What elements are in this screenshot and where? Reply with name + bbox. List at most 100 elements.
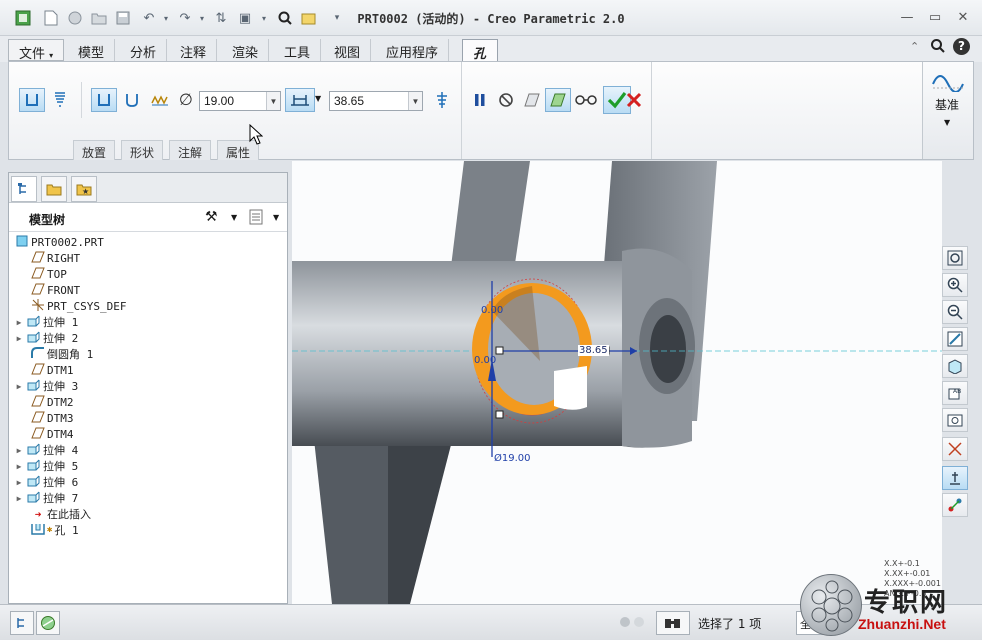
expand-icon[interactable]: ▶ [13, 318, 25, 327]
regenerate-icon[interactable]: ⇅ [212, 9, 230, 27]
datum-group-button[interactable]: 基准 ▼ [922, 62, 973, 159]
tab-annotate[interactable]: 注释 [170, 39, 218, 61]
help-icon[interactable]: ? [953, 38, 970, 55]
tab-file[interactable]: 文件 ▾ [8, 39, 65, 62]
subtab-placement[interactable]: 放置 [73, 140, 116, 160]
redo-dropdown-icon[interactable]: ▾ [193, 9, 211, 27]
sketch-profile-icon[interactable] [147, 88, 173, 112]
diameter-input[interactable]: 19.00 ▼ [199, 91, 281, 111]
open-folder-icon[interactable] [90, 9, 108, 27]
close-icon[interactable]: ✕ [954, 8, 972, 26]
graphics-window[interactable]: 0.00 0.00 38.65 Ø19.00 X.X+-0.1 X.XX+-0.… [292, 161, 942, 604]
tree-item-extrude-6[interactable]: ▶ 拉伸 6 [13, 474, 78, 490]
dim-vertical-a[interactable]: 0.00 [481, 305, 503, 316]
redo-icon[interactable]: ↷ [176, 9, 194, 27]
zoom-in-icon[interactable] [942, 273, 968, 297]
tree-item-extrude-7[interactable]: ▶ 拉伸 7 [13, 490, 78, 506]
tree-item-extrude-2[interactable]: ▶ 拉伸 2 [13, 330, 78, 346]
tab-render[interactable]: 渲染 [222, 39, 270, 61]
show-navigator-icon[interactable] [10, 611, 34, 635]
tree-item-insert-here[interactable]: ➜ 在此插入 [29, 506, 91, 522]
standard-profile-icon[interactable] [119, 88, 145, 112]
expand-icon[interactable]: ▶ [13, 494, 25, 503]
datum-display-icon[interactable] [942, 437, 968, 461]
tree-settings-icon[interactable]: ⚒ [205, 209, 218, 225]
tree-columns-icon[interactable] [249, 209, 263, 228]
predefined-rectangle-profile-icon[interactable] [91, 88, 117, 112]
cancel-button[interactable] [621, 88, 647, 112]
view-manager-icon[interactable] [942, 408, 968, 432]
new-icon[interactable] [42, 9, 60, 27]
dim-vertical-b[interactable]: 0.00 [474, 355, 496, 366]
open-icon[interactable] [66, 9, 84, 27]
tree-item-extrude-1[interactable]: ▶ 拉伸 1 [13, 314, 78, 330]
tree-item-front[interactable]: FRONT [29, 282, 80, 298]
tree-item-extrude-3[interactable]: ▶ 拉伸 3 [13, 378, 78, 394]
glasses-preview-icon[interactable] [571, 88, 601, 112]
standard-hole-icon[interactable] [47, 88, 73, 112]
collapse-ribbon-icon[interactable]: ⌃ [910, 40, 919, 53]
dim-diameter-label[interactable]: Ø19.00 [494, 453, 531, 464]
tree-item-hole-1[interactable]: ✱ 孔 1 [29, 522, 79, 538]
expand-icon[interactable]: ▶ [13, 446, 25, 455]
dim-depth-label[interactable]: 38.65 [578, 345, 609, 356]
undo-icon[interactable]: ↶ [140, 9, 158, 27]
tree-item-dtm3[interactable]: DTM3 [29, 410, 74, 426]
subtab-shape[interactable]: 形状 [121, 140, 164, 160]
spin-center-icon[interactable] [942, 493, 968, 517]
windows-icon[interactable]: ▣ [236, 9, 254, 27]
depth-input[interactable]: 38.65 ▼ [329, 91, 423, 111]
chevron-down-icon[interactable]: ▼ [231, 213, 237, 222]
tree-item-right[interactable]: RIGHT [29, 250, 80, 266]
tab-applications[interactable]: 应用程序 [376, 39, 450, 61]
close-window-icon[interactable] [300, 9, 318, 27]
tree-item-round-1[interactable]: 倒圆角 1 [29, 346, 93, 362]
tab-model[interactable]: 模型 [68, 39, 116, 61]
browser-icon[interactable] [36, 611, 60, 635]
tree-item-extrude-4[interactable]: ▶ 拉伸 4 [13, 442, 78, 458]
model-tree-tab-icon[interactable] [11, 176, 37, 202]
verify-mode-icon[interactable] [545, 88, 571, 112]
chevron-down-icon[interactable]: ▼ [408, 92, 422, 110]
tree-item-top[interactable]: TOP [29, 266, 67, 282]
tab-tools[interactable]: 工具 [274, 39, 322, 61]
customize-icon[interactable]: ▾ [328, 9, 346, 27]
annotation-display-icon[interactable] [942, 466, 968, 490]
favorites-tab-icon[interactable]: ★ [71, 176, 97, 202]
maximize-icon[interactable]: ▭ [926, 8, 944, 26]
tab-hole[interactable]: 孔 [462, 39, 498, 62]
windows-dropdown-icon[interactable]: ▾ [255, 9, 273, 27]
display-style-icon[interactable] [942, 354, 968, 378]
app-logo-icon[interactable] [14, 9, 32, 27]
minimize-icon[interactable]: — [898, 8, 916, 26]
refit-icon[interactable] [942, 246, 968, 270]
repaint-icon[interactable] [942, 327, 968, 351]
chevron-down-icon[interactable]: ▼ [273, 213, 279, 222]
saved-orientations-icon[interactable]: AB [942, 381, 968, 405]
expand-icon[interactable]: ▶ [13, 382, 25, 391]
pause-icon[interactable] [467, 88, 493, 112]
expand-icon[interactable]: ▶ [13, 462, 25, 471]
chevron-down-icon[interactable]: ▼ [266, 92, 280, 110]
undo-dropdown-icon[interactable]: ▾ [157, 9, 175, 27]
depth-option-dropdown-icon[interactable]: ▼ [315, 94, 321, 103]
separate-preview-icon[interactable] [519, 88, 545, 112]
search-icon[interactable] [276, 9, 294, 27]
expand-icon[interactable]: ▶ [13, 478, 25, 487]
flip-depth-icon[interactable] [429, 88, 455, 112]
tree-item-extrude-5[interactable]: ▶ 拉伸 5 [13, 458, 78, 474]
folder-browser-tab-icon[interactable] [41, 176, 67, 202]
tree-item-csys[interactable]: PRT_CSYS_DEF [29, 298, 126, 314]
tree-item-dtm2[interactable]: DTM2 [29, 394, 74, 410]
tree-item-dtm4[interactable]: DTM4 [29, 426, 74, 442]
tab-view[interactable]: 视图 [324, 39, 372, 61]
subtab-note[interactable]: 注解 [169, 140, 212, 160]
expand-icon[interactable]: ▶ [13, 334, 25, 343]
tree-item-dtm1[interactable]: DTM1 [29, 362, 74, 378]
no-preview-icon[interactable] [493, 88, 519, 112]
find-icon[interactable] [656, 611, 690, 635]
depth-option-icon[interactable] [285, 88, 315, 112]
simple-hole-icon[interactable] [19, 88, 45, 112]
save-icon[interactable] [114, 9, 132, 27]
tree-item-root[interactable]: PRT0002.PRT [13, 234, 104, 250]
